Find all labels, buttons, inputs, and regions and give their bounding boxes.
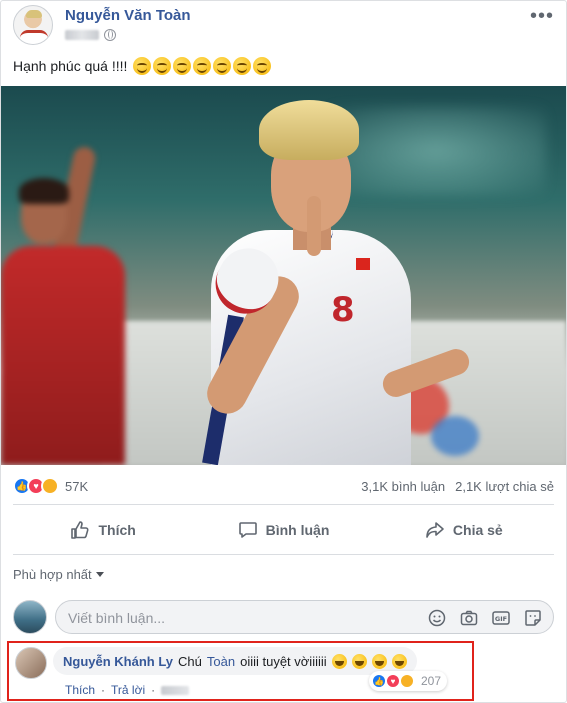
avatar-shirt: [20, 30, 48, 44]
post-actions: Thích Bình luận Chia sẻ: [13, 508, 554, 552]
post-header: Nguyễn Văn Toàn •••: [13, 5, 554, 47]
comment-text-after: oiiii tuyệt vờiiiiii: [240, 653, 327, 669]
comment-reaction-count: 207: [421, 674, 442, 688]
reaction-summary: 👍 ♥ 57K 3,1K bình luận 2,1K lượt chia sẻ: [13, 476, 554, 496]
comment-input[interactable]: [68, 608, 368, 628]
gif-icon[interactable]: GIF: [491, 608, 511, 628]
comment-bubble: Nguyễn Khánh Ly Chú Toàn oiiii tuyệt vời…: [53, 647, 417, 675]
comment-text-before: Chú: [178, 653, 202, 669]
smile-emoji: [153, 57, 172, 75]
post-text: Hạnh phúc quá !!!!: [13, 57, 272, 75]
facebook-post: Nguyễn Văn Toàn ••• Hạnh phúc quá !!!! 8…: [0, 0, 567, 703]
laughing-emoji: [391, 653, 407, 669]
like-button[interactable]: Thích: [13, 508, 193, 552]
sort-label: Phù hợp nhất: [13, 567, 92, 582]
divider: [13, 504, 554, 505]
comment-like-link[interactable]: Thích: [65, 683, 95, 697]
highlighted-comment: Nguyễn Khánh Ly Chú Toàn oiiii tuyệt vời…: [7, 641, 474, 701]
comment-button[interactable]: Bình luận: [193, 508, 373, 552]
author-name[interactable]: Nguyễn Văn Toàn: [65, 7, 191, 24]
svg-text:GIF: GIF: [495, 615, 507, 623]
post-message: Hạnh phúc quá !!!!: [13, 58, 128, 74]
caret-down-icon: [95, 572, 104, 577]
share-count[interactable]: 2,1K lượt chia sẻ: [455, 479, 554, 494]
post-meta: [65, 28, 116, 42]
avatar-hair: [26, 10, 42, 18]
laughing-emoji: [371, 653, 387, 669]
divider: [13, 554, 554, 555]
laughing-emoji: [331, 653, 347, 669]
current-user-avatar[interactable]: [13, 600, 47, 634]
comment-mention[interactable]: Toàn: [207, 654, 235, 669]
engagement-stats: 3,1K bình luận 2,1K lượt chia sẻ: [361, 479, 554, 494]
celebrating-player: 8: [181, 100, 473, 465]
comment-sort-dropdown[interactable]: Phù hợp nhất: [13, 567, 104, 582]
comment-timestamp[interactable]: [161, 686, 190, 695]
thumbs-up-icon: [71, 521, 90, 539]
player-hair: [259, 100, 359, 160]
smile-emoji: [173, 57, 192, 75]
smile-emoji: [213, 57, 232, 75]
like-label: Thích: [98, 522, 136, 538]
separator: ·: [151, 683, 156, 697]
comment-input-box[interactable]: GIF: [55, 600, 554, 634]
jersey-number: 8: [331, 290, 355, 330]
comment-label: Bình luận: [265, 522, 330, 538]
post-timestamp[interactable]: [65, 30, 99, 40]
reaction-icons[interactable]: 👍 ♥: [13, 477, 59, 495]
smile-emoji: [133, 57, 152, 75]
comment-count[interactable]: 3,1K bình luận: [361, 479, 445, 494]
commenter-name[interactable]: Nguyễn Khánh Ly: [63, 654, 173, 669]
jersey-flag: [356, 258, 370, 270]
comment-composer: GIF: [13, 599, 554, 635]
share-label: Chia sẻ: [452, 522, 503, 538]
smile-emojis: [133, 57, 272, 75]
emoji-icon[interactable]: [427, 608, 447, 628]
more-options-icon[interactable]: •••: [530, 6, 554, 26]
background-player-hair: [19, 178, 69, 204]
separator: ·: [101, 683, 106, 697]
post-photo[interactable]: 8: [1, 86, 566, 465]
comment-actions: Thích · Trả lời ·: [65, 683, 190, 697]
haha-reaction-icon: [41, 477, 59, 495]
sticker-icon[interactable]: [523, 608, 543, 628]
globe-icon[interactable]: [104, 29, 116, 41]
smile-emoji: [193, 57, 212, 75]
smile-emoji: [253, 57, 272, 75]
haha-reaction-icon: [399, 673, 415, 689]
reaction-count[interactable]: 57K: [65, 479, 88, 494]
background-player: [1, 126, 131, 465]
camera-icon[interactable]: [459, 608, 479, 628]
share-arrow-icon: [426, 522, 444, 538]
background-player-jersey: [1, 246, 125, 465]
player-finger: [307, 196, 321, 256]
share-button[interactable]: Chia sẻ: [374, 508, 554, 552]
author-avatar[interactable]: [13, 5, 53, 45]
smile-emoji: [233, 57, 252, 75]
comment-reactions[interactable]: 👍 ♥ 207: [369, 671, 448, 691]
comment-reply-link[interactable]: Trả lời: [111, 683, 145, 697]
laughing-emoji: [351, 653, 367, 669]
composer-icons: GIF: [427, 608, 543, 628]
commenter-avatar[interactable]: [15, 647, 47, 679]
comment-bubble-icon: [238, 522, 257, 538]
